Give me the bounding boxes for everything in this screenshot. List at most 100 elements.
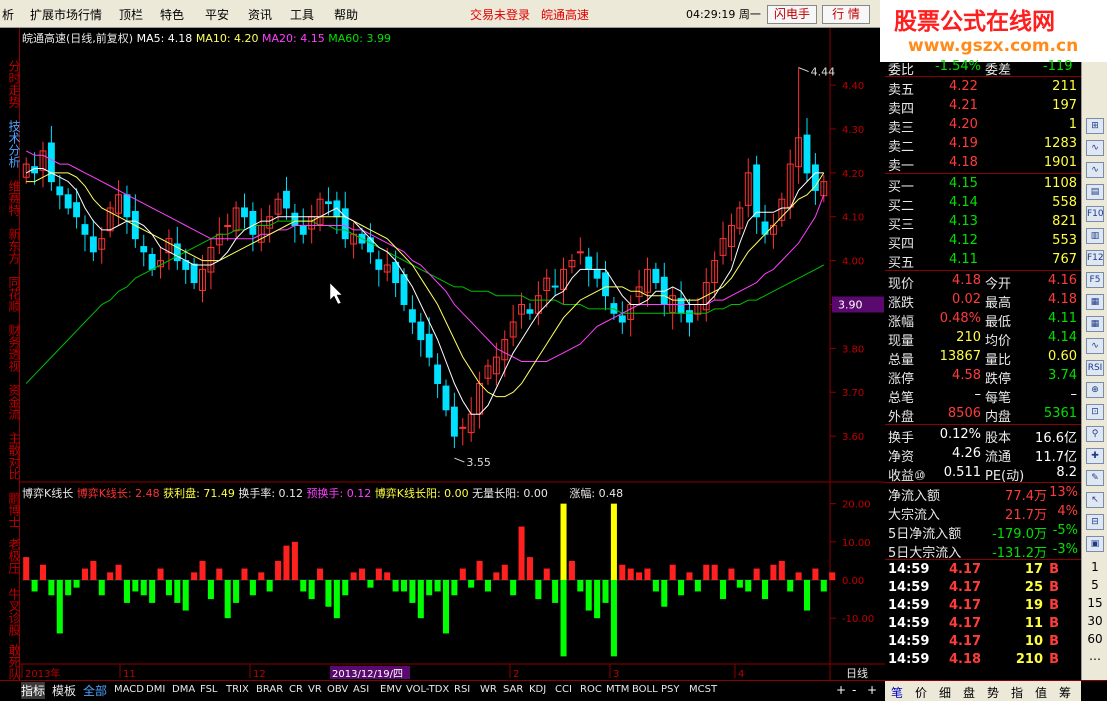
tab-fund-flow[interactable]: 资金流	[0, 384, 21, 420]
period-60min[interactable]: 60	[1084, 632, 1106, 646]
indicator-tab[interactable]: VR	[308, 684, 322, 695]
tab-new-oriental[interactable]: 新东方	[0, 228, 21, 264]
remove-indicator-icon[interactable]: -	[852, 683, 856, 697]
period-1min[interactable]: 1	[1084, 560, 1106, 574]
chart-line-icon[interactable]: ∿	[1086, 140, 1104, 156]
indicator-bar	[829, 572, 836, 580]
indicator-tab[interactable]: CCI	[555, 684, 572, 695]
quote-tab[interactable]: 笔	[891, 684, 903, 701]
quote-tab[interactable]: 细	[939, 684, 951, 701]
sell-level-row[interactable]: 卖四 4.21 197	[885, 97, 1081, 117]
indicator-tab[interactable]: TRIX	[226, 684, 249, 695]
period-5min[interactable]: 5	[1084, 578, 1106, 592]
indicator-tab[interactable]: 指标	[21, 682, 46, 699]
indicator-tab[interactable]: EMV	[380, 684, 402, 695]
indicator-tab[interactable]: DMA	[172, 684, 195, 695]
menu-extended-market[interactable]: 扩展市场行情	[30, 6, 102, 23]
crosshair-icon[interactable]: ✚	[1086, 448, 1104, 464]
buy-level-row[interactable]: 买五 4.11 767	[885, 251, 1081, 271]
zoom-in-icon[interactable]: +	[867, 683, 877, 697]
buy-level-row[interactable]: 买三 4.13 821	[885, 213, 1081, 233]
buy-level-row[interactable]: 买一 4.15 1108	[885, 175, 1081, 195]
chart-canvas[interactable]: 4.404.304.204.104.003.903.803.703.6020.0…	[20, 28, 885, 680]
search-icon[interactable]: ⚲	[1086, 426, 1104, 442]
indicator-tab[interactable]: MCST	[689, 684, 717, 695]
sell-level-row[interactable]: 卖三 4.20 1	[885, 116, 1081, 136]
indicator-tab[interactable]: BOLL	[632, 684, 658, 695]
period-30min[interactable]: 30	[1084, 614, 1106, 628]
grid-icon[interactable]: ▤	[1086, 184, 1104, 200]
quote-button[interactable]: 行 情	[822, 5, 870, 24]
tool-icon-14[interactable]: ⊡	[1086, 404, 1104, 420]
menu-features[interactable]: 特色	[160, 6, 184, 23]
tab-technical-analysis[interactable]: 技术分析	[0, 120, 21, 168]
tool-icon-20[interactable]: ▣	[1086, 536, 1104, 552]
rsi-icon[interactable]: RSI	[1086, 360, 1104, 376]
tool-icon-13[interactable]: ⊕	[1086, 382, 1104, 398]
buy-level-row[interactable]: 买四 4.12 553	[885, 232, 1081, 252]
tool-icon-10[interactable]: ▦	[1086, 316, 1104, 332]
period-more[interactable]: ⋯	[1084, 652, 1106, 666]
sell-level-row[interactable]: 卖二 4.19 1283	[885, 135, 1081, 155]
indicator-tab[interactable]: CR	[289, 684, 303, 695]
tab-gansidui[interactable]: 敢死队	[0, 644, 21, 680]
indicator-tab[interactable]: FSL	[200, 684, 218, 695]
tab-timeshare[interactable]: 分时走势	[0, 60, 21, 108]
trade-login-status[interactable]: 交易未登录	[470, 6, 530, 23]
add-indicator-icon[interactable]: +	[836, 683, 846, 697]
indicator-tab[interactable]: MTM	[606, 684, 629, 695]
indicator-tab[interactable]: ASI	[353, 684, 369, 695]
indicator-tab[interactable]: DMI	[146, 684, 165, 695]
menu-tools[interactable]: 工具	[290, 6, 314, 23]
period-15min[interactable]: 15	[1084, 596, 1106, 610]
tab-finance[interactable]: 财务透视	[0, 324, 21, 372]
tab-laojiya[interactable]: 老极压	[0, 538, 21, 574]
menu-news[interactable]: 资讯	[248, 6, 272, 23]
f5-icon[interactable]: F5	[1086, 272, 1104, 288]
cursor-icon[interactable]: ↖	[1086, 492, 1104, 508]
flow-label: 5日净流入额	[888, 527, 962, 542]
quote-tab[interactable]: 指	[1011, 684, 1023, 701]
indicator-tab[interactable]: VOL-TDX	[406, 684, 449, 695]
quote-tab[interactable]: 值	[1035, 684, 1047, 701]
f10-icon[interactable]: F10	[1086, 206, 1104, 222]
buy-level-row[interactable]: 买二 4.14 558	[885, 194, 1081, 214]
tab-tonghuashun[interactable]: 同花顺	[0, 276, 21, 312]
quote-tab[interactable]: 盘	[963, 684, 975, 701]
menu-pingan[interactable]: 平安	[205, 6, 229, 23]
tool-icon-9[interactable]: ▦	[1086, 294, 1104, 310]
indicator-tab[interactable]: WR	[480, 684, 497, 695]
indicator-bar	[543, 568, 550, 580]
indicator-tab[interactable]: MACD	[114, 684, 144, 695]
indicator-tab[interactable]: ROC	[580, 684, 602, 695]
quote-tab[interactable]: 筹	[1059, 684, 1071, 701]
indicator-tab[interactable]: PSY	[661, 684, 680, 695]
tab-niucha[interactable]: 牛叉诊股	[0, 588, 21, 636]
sell-level-row[interactable]: 卖五 4.22 211	[885, 78, 1081, 98]
indicator-tab[interactable]: 全部	[83, 682, 107, 699]
kline-chart[interactable]: 4.404.304.204.104.003.903.803.703.6020.0…	[20, 28, 885, 680]
tool-icon-11[interactable]: ∿	[1086, 338, 1104, 354]
indicator-tab[interactable]: 模板	[52, 682, 76, 699]
tab-pengboshi[interactable]: 鹏博士	[0, 492, 21, 528]
sell-level-row[interactable]: 卖一 4.18 1901	[885, 154, 1081, 174]
indicator-tab[interactable]: KDJ	[529, 684, 546, 695]
tab-weisaite[interactable]: 维赛特	[0, 180, 21, 216]
quote-tab[interactable]: 价	[915, 684, 927, 701]
menu-help[interactable]: 帮助	[334, 6, 358, 23]
flash-trade-button[interactable]: 闪电手	[767, 5, 817, 24]
f12-icon[interactable]: F12	[1086, 250, 1104, 266]
tab-main-retail[interactable]: 主散对比	[0, 432, 21, 480]
indicator-tab[interactable]: SAR	[503, 684, 523, 695]
quote-tab[interactable]: 势	[987, 684, 999, 701]
tool-icon-19[interactable]: ⊟	[1086, 514, 1104, 530]
menu-top-bar[interactable]: 顶栏	[119, 6, 143, 23]
indicator-tab[interactable]: BRAR	[256, 684, 283, 695]
tool-icon-1[interactable]: ⊞	[1086, 118, 1104, 134]
indicator-tab[interactable]: OBV	[327, 684, 348, 695]
chart-line2-icon[interactable]: ∿	[1086, 162, 1104, 178]
indicator-tab[interactable]: RSI	[454, 684, 470, 695]
pen-icon[interactable]: ✎	[1086, 470, 1104, 486]
menu-analysis[interactable]: 析	[2, 6, 14, 23]
layout-icon[interactable]: ▥	[1086, 228, 1104, 244]
